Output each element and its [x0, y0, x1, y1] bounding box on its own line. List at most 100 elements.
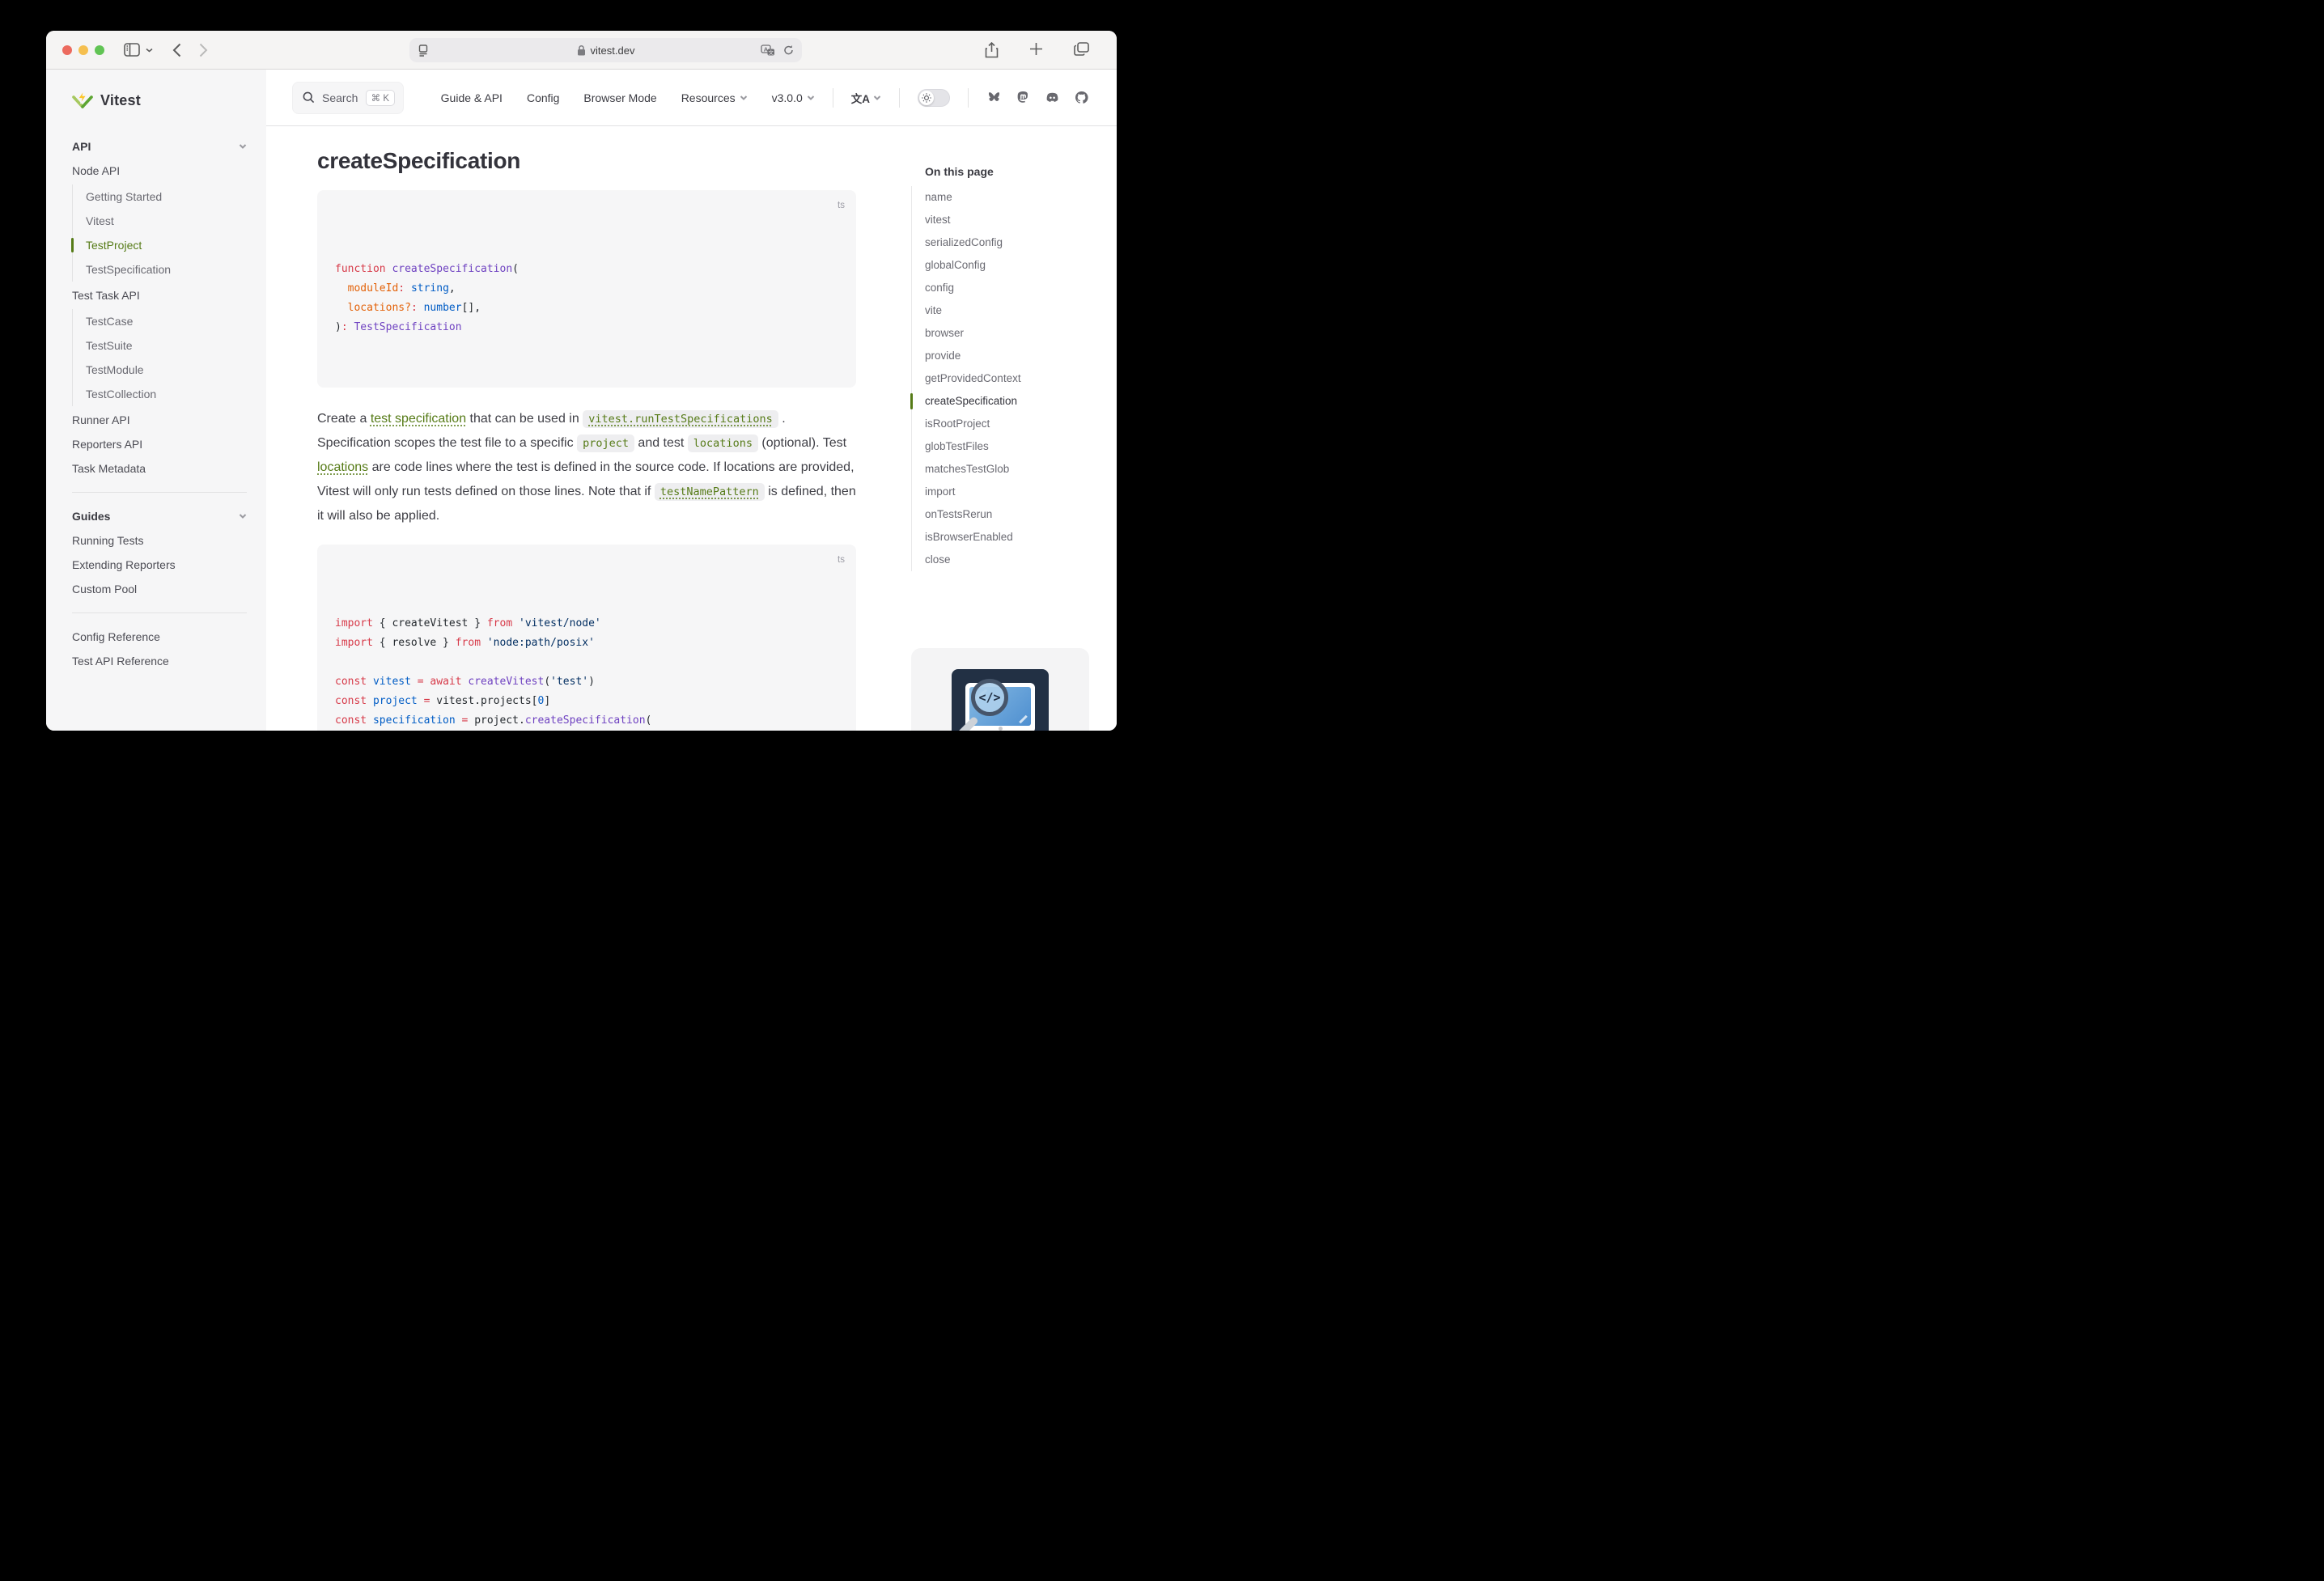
- nav-link-v3-0-0[interactable]: v3.0.0: [772, 91, 815, 104]
- magnifier-code-icon: </>: [971, 679, 1008, 716]
- sidebar-item-custom-pool[interactable]: Custom Pool: [72, 577, 247, 601]
- discord-icon[interactable]: [1045, 90, 1060, 105]
- sidebar-item-getting-started[interactable]: Getting Started: [73, 184, 247, 209]
- outline-link-serializedconfig[interactable]: serializedConfig: [912, 231, 1117, 254]
- nav-link-guide-api[interactable]: Guide & API: [441, 91, 503, 104]
- page-content: createSpecification ts function createSp…: [266, 126, 1117, 731]
- back-button[interactable]: [172, 43, 181, 57]
- outline-link-import[interactable]: import: [912, 481, 1117, 503]
- share-icon[interactable]: [985, 42, 999, 58]
- sidebar-item-testcollection[interactable]: TestCollection: [73, 382, 247, 406]
- outline-link-isbrowserenabled[interactable]: isBrowserEnabled: [912, 526, 1117, 549]
- sidebar-item-reporters-api[interactable]: Reporters API: [72, 432, 247, 456]
- sidebar-item-testmodule[interactable]: TestModule: [73, 358, 247, 382]
- sidebar-item-testspecification[interactable]: TestSpecification: [73, 257, 247, 282]
- sponsor-card[interactable]: </>: [911, 648, 1089, 731]
- code-body: function createSpecification( moduleId: …: [335, 260, 838, 337]
- doc-article: createSpecification ts function createSp…: [317, 126, 856, 731]
- nav-link-config[interactable]: Config: [527, 91, 559, 104]
- vitest-logo[interactable]: Vitest: [72, 84, 247, 117]
- theme-toggle[interactable]: [918, 89, 950, 107]
- outline-link-matchestestglob[interactable]: matchesTestGlob: [912, 458, 1117, 481]
- sidebar-item-test-task-api[interactable]: Test Task API: [72, 283, 247, 307]
- code-inspection-illustration: </>: [952, 669, 1049, 731]
- address-bar[interactable]: vitest.dev A 文: [409, 38, 802, 62]
- main-column: Search ⌘ K Guide & API Config Browser Mode…: [266, 70, 1117, 731]
- sidebar-item-node-api[interactable]: Node API: [72, 159, 247, 183]
- github-icon[interactable]: [1074, 90, 1089, 105]
- tab-overview-icon[interactable]: [1074, 42, 1089, 56]
- theme-toggle-knob: [919, 91, 934, 105]
- signature-code-block: ts function createSpecification( moduleI…: [317, 190, 856, 388]
- inline-code: vitest.runTestSpecifications: [583, 410, 778, 428]
- vitest-logo-text: Vitest: [100, 92, 141, 109]
- inline-link-test-specification[interactable]: test specification: [371, 412, 466, 426]
- sidebar-item-testcase[interactable]: TestCase: [73, 309, 247, 333]
- code-language-badge: ts: [838, 550, 845, 570]
- sidebar-item-vitest[interactable]: Vitest: [73, 209, 247, 233]
- nav-link-browser-mode[interactable]: Browser Mode: [583, 91, 656, 104]
- outline-link-provide[interactable]: provide: [912, 345, 1117, 367]
- search-label: Search: [322, 91, 358, 104]
- outline-link-close[interactable]: close: [912, 549, 1117, 571]
- code-line: ): TestSpecification: [335, 318, 838, 337]
- nav-link-resources[interactable]: Resources: [681, 91, 748, 104]
- code-line: moduleId: string,: [335, 279, 838, 299]
- inline-code-link-testnamepattern[interactable]: testNamePattern: [655, 485, 765, 498]
- sidebar-toggle-button[interactable]: [124, 43, 140, 57]
- url-text-group: vitest.dev: [409, 45, 802, 57]
- code-line: const project = vitest.projects[0]: [335, 692, 838, 711]
- site-header: Search ⌘ K Guide & API Config Browser Mode…: [266, 70, 1117, 126]
- mastodon-icon[interactable]: [1016, 90, 1031, 105]
- search-icon: [303, 91, 315, 104]
- sidebar-item-config-reference[interactable]: Config Reference: [72, 625, 247, 649]
- outline-link-browser[interactable]: browser: [912, 322, 1117, 345]
- sidebar-item-testsuite[interactable]: TestSuite: [73, 333, 247, 358]
- sidebar-item-runner-api[interactable]: Runner API: [72, 408, 247, 432]
- sidebar-item-extending-reporters[interactable]: Extending Reporters: [72, 553, 247, 577]
- sidebar-item-task-metadata[interactable]: Task Metadata: [72, 456, 247, 481]
- page-title: createSpecification: [317, 146, 856, 176]
- sidebar-item-testproject[interactable]: TestProject: [73, 233, 247, 257]
- sidebar-subitems: TestCaseTestSuiteTestModuleTestCollectio…: [72, 309, 247, 406]
- close-window-button[interactable]: [62, 45, 72, 55]
- outline-link-config[interactable]: config: [912, 277, 1117, 299]
- nav-link-label: Guide & API: [441, 91, 503, 104]
- outline-link-name[interactable]: name: [912, 186, 1117, 209]
- language-menu[interactable]: 文A: [851, 90, 881, 106]
- sidebar-menu-chevron-button[interactable]: [146, 48, 153, 53]
- outline-link-ontestsrerun[interactable]: onTestsRerun: [912, 503, 1117, 526]
- inline-code-link-vitest-runtestspecifications[interactable]: vitest.runTestSpecifications: [583, 412, 778, 426]
- minimize-window-button[interactable]: [78, 45, 88, 55]
- forward-button[interactable]: [199, 43, 208, 57]
- example-code-block: ts import { createVitest } from 'vitest/…: [317, 545, 856, 731]
- inline-link-locations[interactable]: locations: [317, 460, 368, 474]
- toolbar-right-actions: [985, 42, 1089, 58]
- search-button[interactable]: Search ⌘ K: [292, 82, 404, 114]
- chevron-down-icon: [146, 48, 153, 53]
- outline-link-vite[interactable]: vite: [912, 299, 1117, 322]
- outline-link-globalconfig[interactable]: globalConfig: [912, 254, 1117, 277]
- code-line: import { resolve } from 'node:path/posix…: [335, 634, 838, 653]
- code-language-badge: ts: [838, 196, 845, 215]
- sidebar-item-running-tests[interactable]: Running Tests: [72, 528, 247, 553]
- inline-code: project: [577, 434, 634, 452]
- forward-icon: [199, 43, 208, 57]
- sidebar-section-api[interactable]: API: [72, 134, 247, 159]
- outline-link-isrootproject[interactable]: isRootProject: [912, 413, 1117, 435]
- social-links: [986, 90, 1089, 105]
- outline-link-createspecification[interactable]: createSpecification: [912, 390, 1117, 413]
- new-tab-icon[interactable]: [1029, 42, 1043, 56]
- bluesky-icon[interactable]: [986, 90, 1002, 105]
- outline-link-getprovidedcontext[interactable]: getProvidedContext: [912, 367, 1117, 390]
- code-line: const specification = project.createSpec…: [335, 711, 838, 731]
- sidebar-divider: [72, 612, 247, 613]
- sidebar-section-guides[interactable]: Guides: [72, 504, 247, 528]
- outline-link-globtestfiles[interactable]: globTestFiles: [912, 435, 1117, 458]
- outline-link-vitest[interactable]: vitest: [912, 209, 1117, 231]
- sidebar-item-test-api-reference[interactable]: Test API Reference: [72, 649, 247, 673]
- zoom-window-button[interactable]: [95, 45, 104, 55]
- chevron-down-icon: [740, 94, 748, 102]
- outline-panel: On this page namevitestserializedConfigg…: [911, 126, 1117, 571]
- chevron-down-icon: [239, 142, 247, 150]
